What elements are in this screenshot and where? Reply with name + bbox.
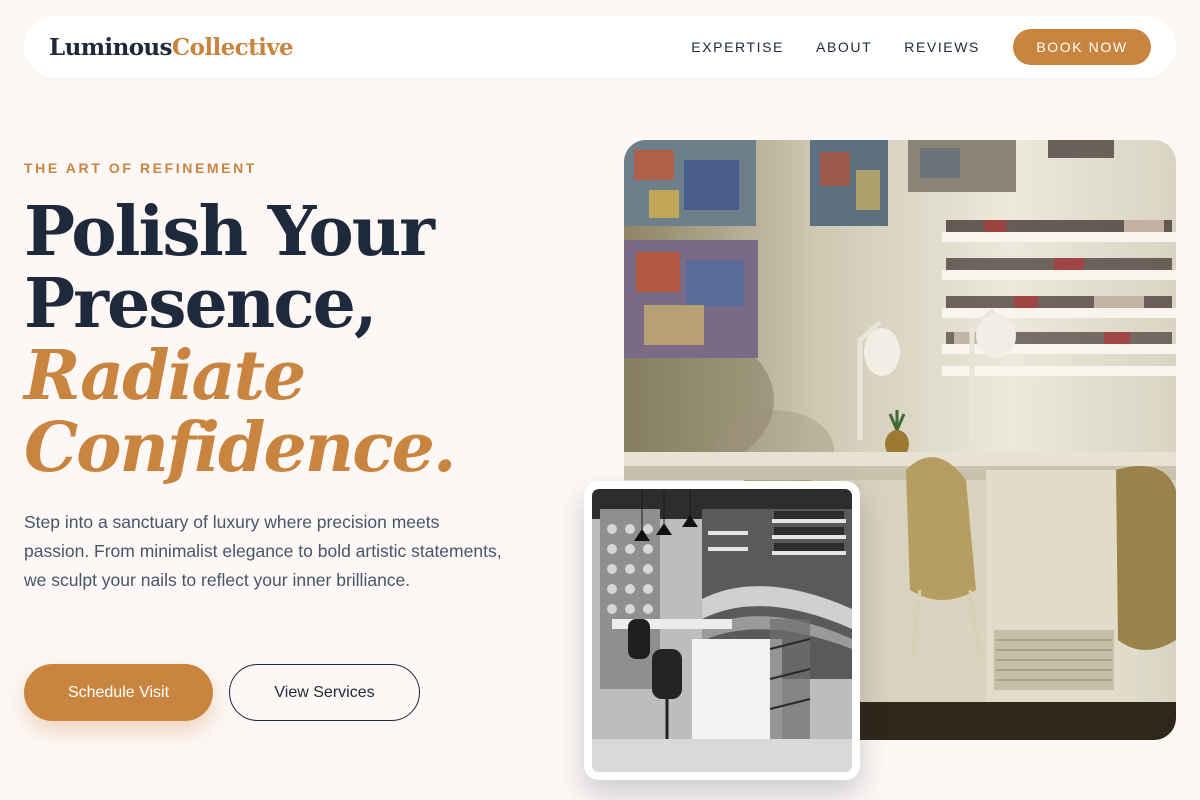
- nav-link-reviews[interactable]: REVIEWS: [904, 39, 980, 55]
- top-nav: LuminousCollective EXPERTISE ABOUT REVIE…: [24, 16, 1176, 78]
- nav-link-expertise[interactable]: EXPERTISE: [691, 39, 784, 55]
- headline-line-3: Radiate: [24, 336, 306, 416]
- hero-headline: Polish Your Presence, Radiate Confidence…: [24, 196, 584, 484]
- logo[interactable]: LuminousCollective: [49, 33, 294, 61]
- logo-secondary: Collective: [171, 33, 294, 61]
- schedule-visit-button[interactable]: Schedule Visit: [24, 664, 213, 721]
- nav-links: EXPERTISE ABOUT REVIEWS BOOK NOW: [659, 29, 1151, 65]
- hero-description: Step into a sanctuary of luxury where pr…: [24, 512, 502, 590]
- headline-line-4: Confidence.: [24, 408, 457, 488]
- nav-link-about[interactable]: ABOUT: [816, 39, 872, 55]
- salon-interior-bw-photo: [592, 489, 852, 772]
- logo-primary: Luminous: [49, 33, 173, 61]
- hero-eyebrow: THE ART OF REFINEMENT: [24, 160, 257, 176]
- book-now-button[interactable]: BOOK NOW: [1013, 29, 1151, 65]
- view-services-button[interactable]: View Services: [229, 664, 420, 721]
- headline-line-1: Polish Your: [24, 192, 435, 272]
- inset-image-card: [584, 481, 860, 780]
- headline-line-2: Presence,: [24, 264, 378, 344]
